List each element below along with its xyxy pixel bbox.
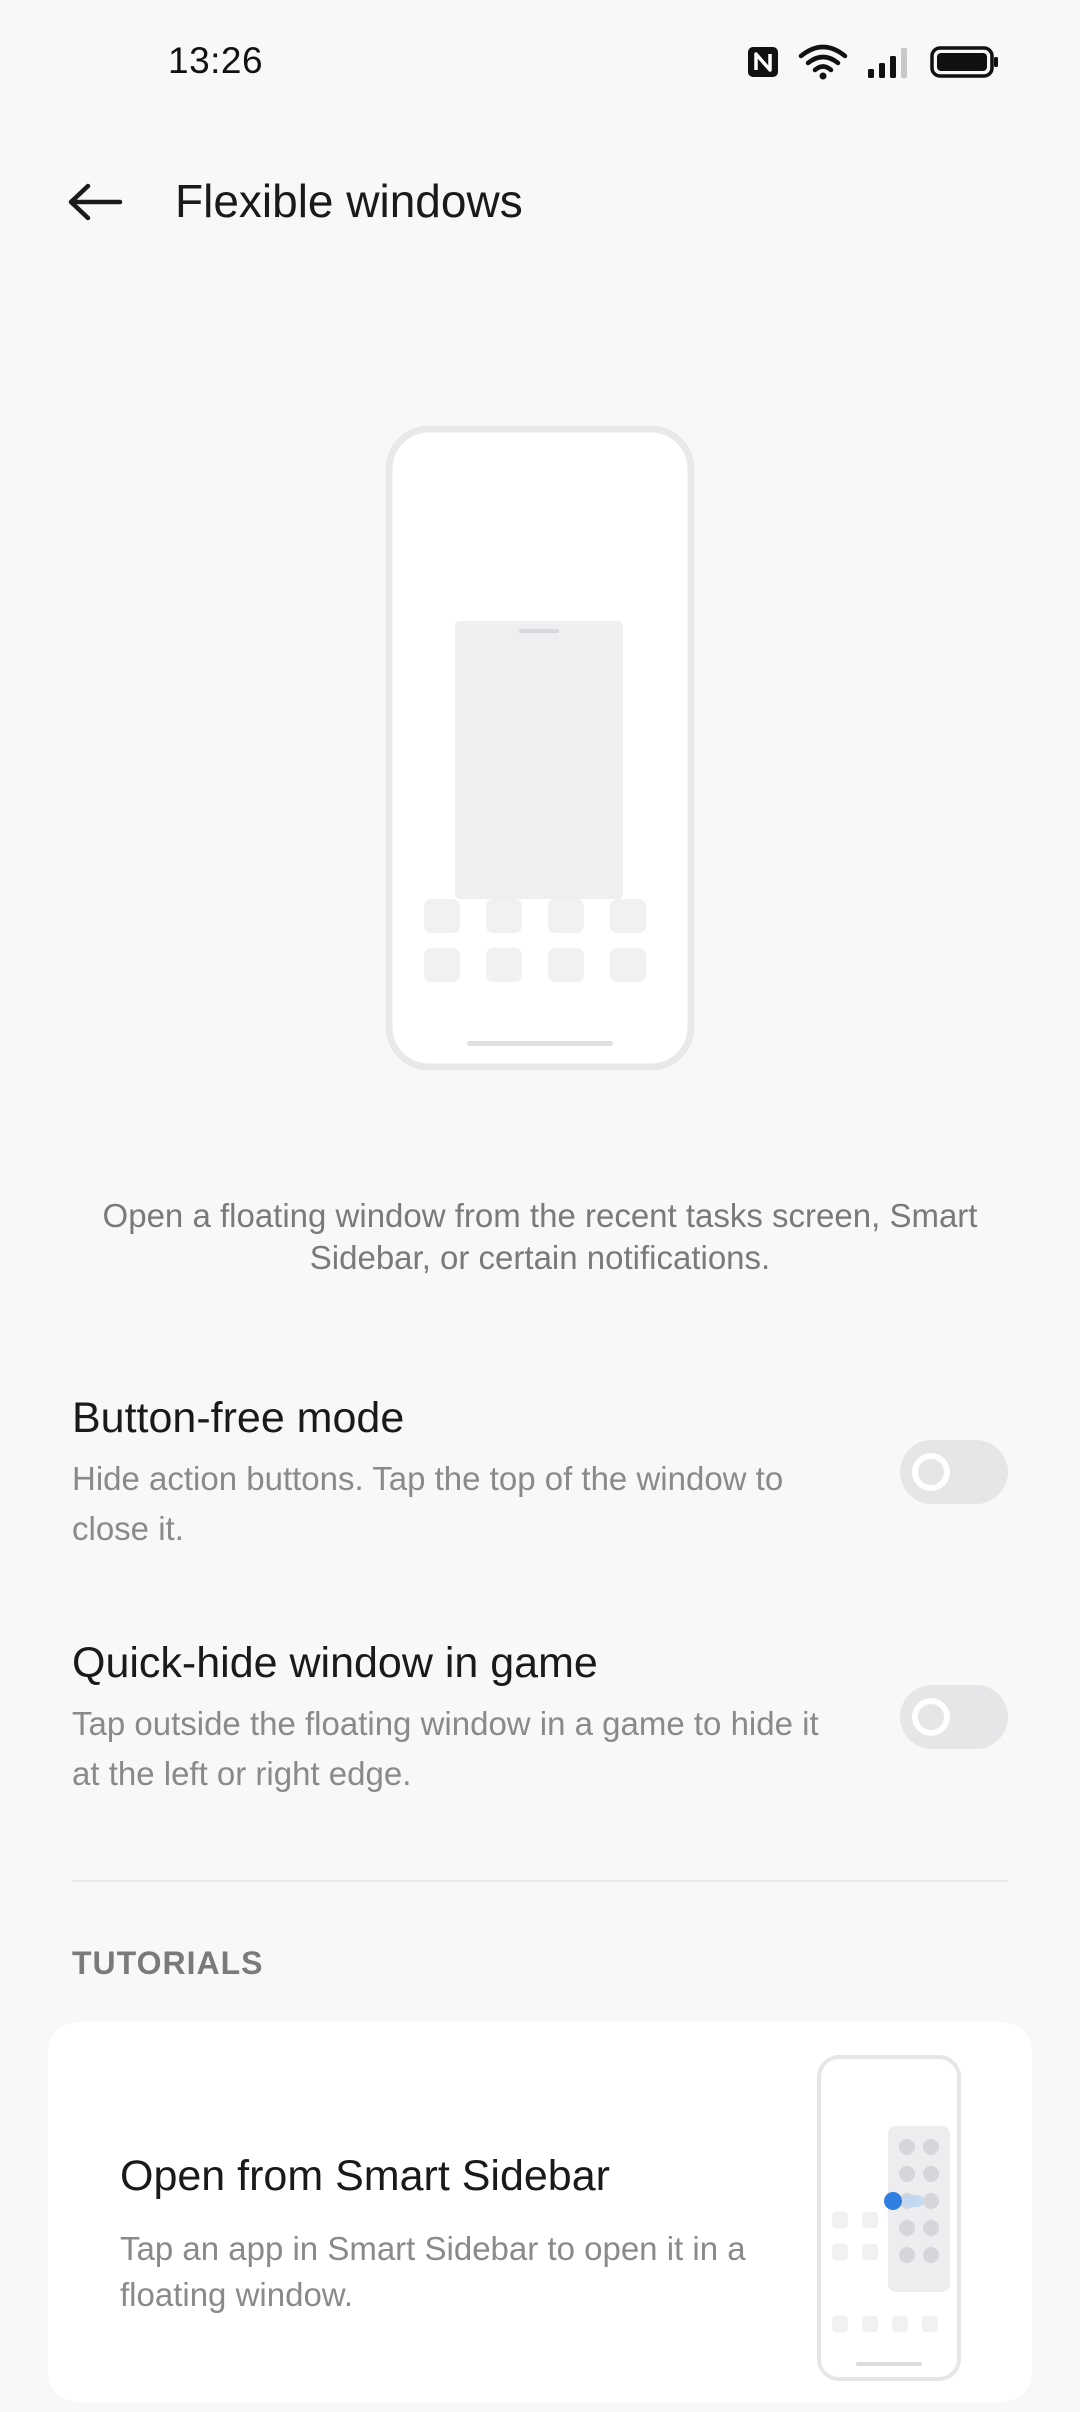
setting-quick-hide-window[interactable]: Quick-hide window in game Tap outside th… [72,1635,1008,1815]
button-free-mode-toggle[interactable] [900,1440,1008,1504]
back-button[interactable] [60,172,130,232]
battery-icon [930,46,998,78]
nfc-icon [748,47,778,77]
toggle-knob [912,1453,950,1491]
toggle-knob [912,1698,950,1736]
setting-title: Quick-hide window in game [72,1639,598,1687]
smart-sidebar-illustration [817,2055,961,2381]
floating-window-illustration [385,425,695,1071]
feature-description: Open a floating window from the recent t… [102,1197,978,1276]
divider [72,1880,1008,1882]
status-icons [746,42,1000,82]
tutorial-description: Tap an app in Smart Sidebar to open it i… [120,2230,746,2313]
wifi-icon [798,44,848,80]
setting-title: Button-free mode [72,1394,405,1442]
page-title: Flexible windows [175,175,523,227]
status-time: 13:26 [168,40,264,81]
setting-button-free-mode[interactable]: Button-free mode Hide action buttons. Ta… [72,1390,1008,1570]
setting-subtitle: Tap outside the floating window in a gam… [72,1705,819,1792]
setting-subtitle: Hide action buttons. Tap the top of the … [72,1460,784,1547]
signal-icon [868,48,907,78]
tutorials-section-header: TUTORIALS [72,1945,264,1981]
flexible-windows-screen: 13:26 Flexible windows Open a floating w… [0,0,1080,2412]
quick-hide-window-toggle[interactable] [900,1685,1008,1749]
status-bar: 13:26 [0,0,1080,130]
arrow-left-icon [68,183,123,221]
app-bar: Flexible windows [0,150,1080,260]
tutorial-card-smart-sidebar[interactable]: Open from Smart Sidebar Tap an app in Sm… [48,2022,1032,2402]
tutorial-title: Open from Smart Sidebar [120,2152,610,2200]
